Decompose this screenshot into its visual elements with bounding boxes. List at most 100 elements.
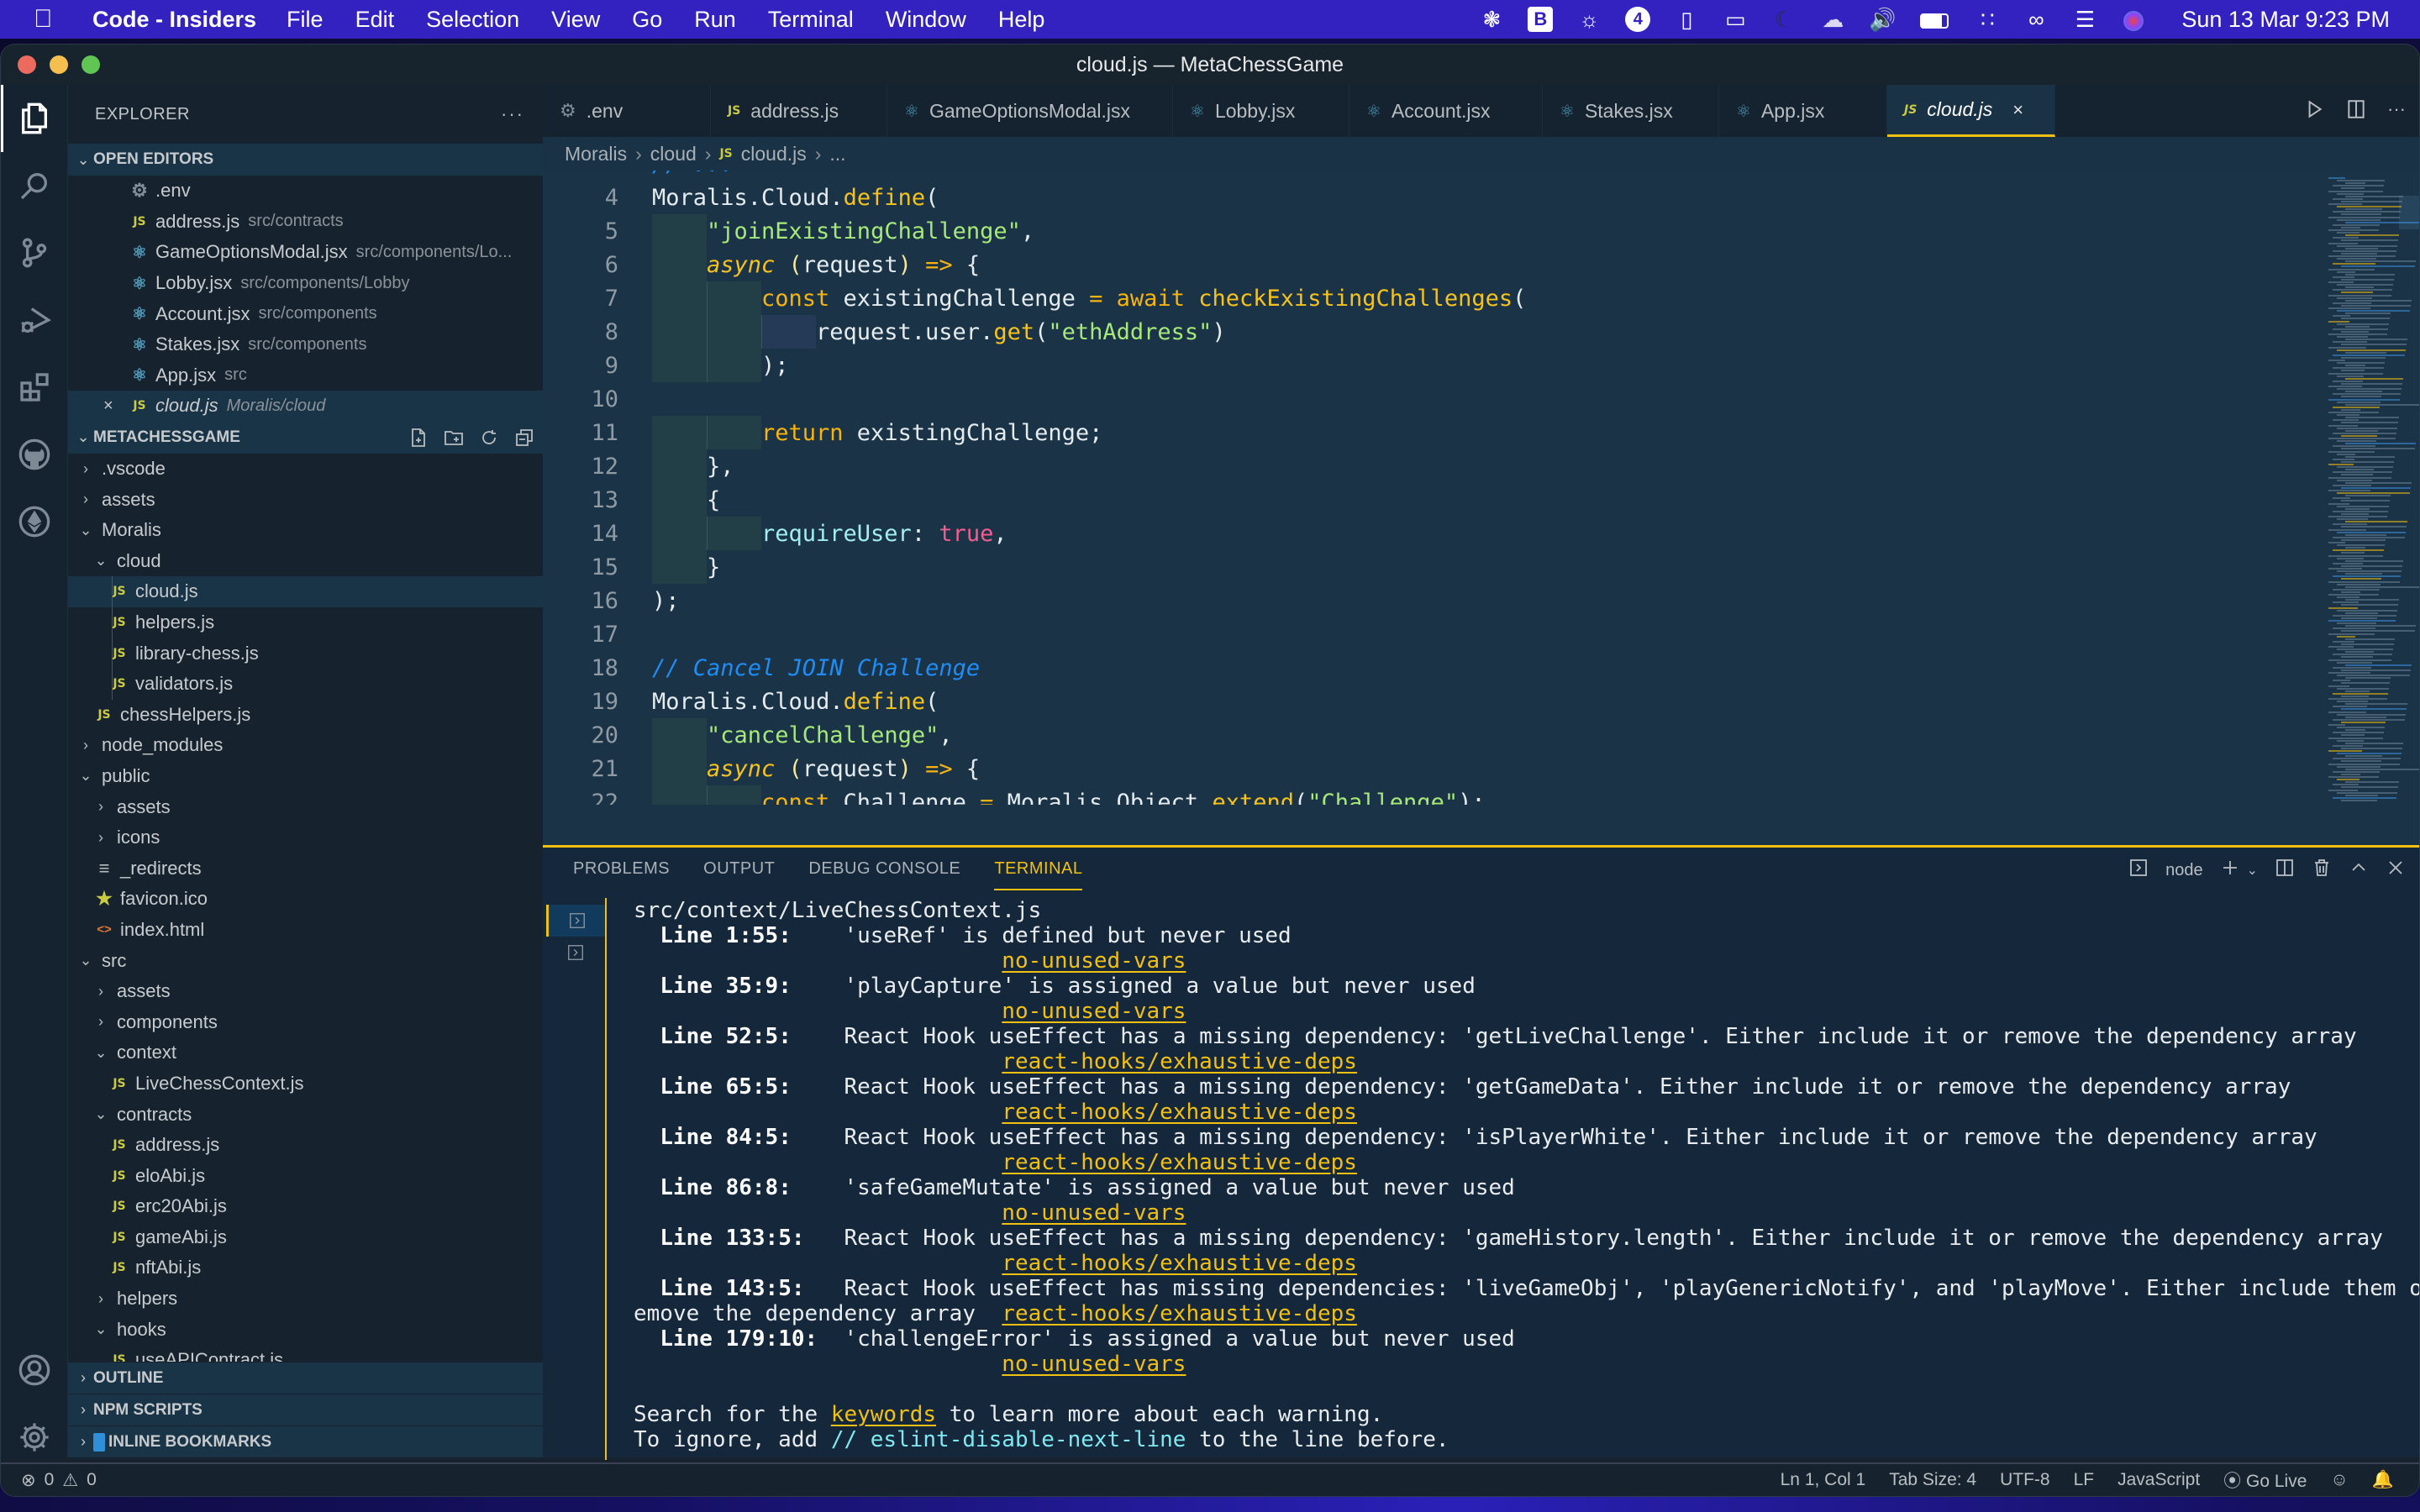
window-minimize-button[interactable] bbox=[50, 55, 68, 74]
cloud-icon[interactable]: ☁ bbox=[1820, 7, 1845, 32]
error-count[interactable]: 0 bbox=[45, 1470, 55, 1490]
file-item[interactable]: JS validators.js bbox=[68, 669, 543, 700]
memory-chip-icon[interactable]: ▯ bbox=[1674, 7, 1699, 32]
run-code-icon[interactable] bbox=[2303, 98, 2325, 125]
menu-edit[interactable]: Edit bbox=[355, 7, 395, 33]
moon-icon[interactable]: ☾ bbox=[1771, 7, 1797, 32]
terminal-shell-label[interactable]: node bbox=[2165, 861, 2203, 880]
new-file-icon[interactable] bbox=[408, 428, 429, 448]
ethereum-icon[interactable] bbox=[1, 488, 68, 555]
app-a-icon[interactable]: 4 bbox=[1625, 7, 1651, 32]
window-maximize-button[interactable] bbox=[82, 55, 100, 74]
lint-rule-link[interactable]: react-hooks/exhaustive-deps bbox=[1002, 1100, 1357, 1125]
split-terminal-icon[interactable] bbox=[2275, 858, 2295, 883]
file-item[interactable]: ≡ _redirects bbox=[68, 853, 543, 884]
tab-size[interactable]: Tab Size: 4 bbox=[1889, 1470, 1976, 1490]
inline-bookmarks-section[interactable]: › INLINE BOOKMARKS bbox=[68, 1425, 543, 1457]
lint-rule-link[interactable]: react-hooks/exhaustive-deps bbox=[1002, 1251, 1357, 1276]
folder-item[interactable]: › assets bbox=[68, 976, 543, 1007]
lint-rule-link[interactable]: react-hooks/exhaustive-deps bbox=[1002, 1150, 1357, 1175]
account-icon[interactable] bbox=[1, 1336, 68, 1404]
breadcrumb-item[interactable]: cloud.js bbox=[741, 143, 807, 165]
project-section[interactable]: ⌄ METACHESSGAME bbox=[68, 421, 543, 454]
file-item[interactable]: JS address.js bbox=[68, 1130, 543, 1161]
folder-item[interactable]: › helpers bbox=[68, 1284, 543, 1315]
file-item[interactable]: JS gameAbi.js bbox=[68, 1222, 543, 1253]
file-item[interactable]: JS LiveChessContext.js bbox=[68, 1068, 543, 1100]
folder-item[interactable]: › .vscode bbox=[68, 454, 543, 485]
explorer-icon[interactable] bbox=[1, 85, 68, 152]
explorer-more-actions-icon[interactable]: ··· bbox=[501, 103, 524, 125]
folder-item[interactable]: ⌄ hooks bbox=[68, 1314, 543, 1345]
settings-gear-icon[interactable] bbox=[1, 1404, 68, 1471]
open-editor-item[interactable]: ⚛ App.jsx src bbox=[68, 360, 543, 391]
tab-app-jsx[interactable]: ⚛ App.jsx bbox=[1719, 85, 1887, 137]
menu-go[interactable]: Go bbox=[632, 7, 662, 33]
search-icon[interactable] bbox=[1, 152, 68, 219]
siri-icon[interactable] bbox=[2121, 7, 2146, 32]
terminal-output[interactable]: src/context/LiveChessContext.js Line 1:5… bbox=[634, 898, 2419, 1496]
encoding[interactable]: UTF-8 bbox=[2000, 1470, 2050, 1490]
menu-run[interactable]: Run bbox=[694, 7, 736, 33]
file-item[interactable]: ★ favicon.ico bbox=[68, 884, 543, 915]
lint-rule-link[interactable]: no-unused-vars bbox=[1002, 948, 1186, 974]
new-folder-icon[interactable] bbox=[444, 428, 464, 448]
tab--env[interactable]: ⚙ .env bbox=[543, 85, 711, 137]
tab-gameoptionsmodal-jsx[interactable]: ⚛ GameOptionsModal.jsx bbox=[887, 85, 1173, 137]
folder-item[interactable]: ⌄ src bbox=[68, 945, 543, 976]
open-editor-item[interactable]: ⚛ Account.jsx src/components bbox=[68, 298, 543, 329]
tab-debug-console[interactable]: DEBUG CONSOLE bbox=[808, 859, 960, 890]
npm-scripts-section[interactable]: › NPM SCRIPTS bbox=[68, 1394, 543, 1425]
apple-menu-icon[interactable]:  bbox=[34, 5, 64, 34]
breadcrumb-item[interactable]: Moralis bbox=[565, 143, 627, 165]
folder-item[interactable]: ⌄ public bbox=[68, 761, 543, 792]
menu-selection[interactable]: Selection bbox=[426, 7, 519, 33]
tab-account-jsx[interactable]: ⚛ Account.jsx bbox=[1349, 85, 1543, 137]
tab-lobby-jsx[interactable]: ⚛ Lobby.jsx bbox=[1173, 85, 1349, 137]
terminal-instance-2[interactable] bbox=[546, 937, 605, 969]
split-editor-icon[interactable] bbox=[2345, 98, 2367, 125]
app-menu[interactable]: Code - Insiders bbox=[92, 7, 256, 33]
link-icon[interactable]: ∞ bbox=[2023, 7, 2049, 32]
lint-rule-link[interactable]: no-unused-vars bbox=[1002, 1352, 1186, 1377]
menu-help[interactable]: Help bbox=[998, 7, 1045, 33]
go-live-button[interactable]: ⦿ Go Live bbox=[2223, 1467, 2307, 1493]
folder-item[interactable]: › node_modules bbox=[68, 730, 543, 761]
sunburst-icon[interactable]: ❃ bbox=[1479, 7, 1504, 32]
volume-icon[interactable]: 🔊 bbox=[1869, 7, 1896, 32]
folder-item[interactable]: ⌄ contracts bbox=[68, 1099, 543, 1130]
tab-address-js[interactable]: JS address.js bbox=[711, 85, 887, 137]
folder-item[interactable]: ⌄ context bbox=[68, 1037, 543, 1068]
warning-icon[interactable]: ⚠ bbox=[62, 1470, 78, 1491]
extensions-icon[interactable] bbox=[1, 354, 68, 421]
file-item[interactable]: JS nftAbi.js bbox=[68, 1252, 543, 1284]
close-panel-icon[interactable] bbox=[2386, 858, 2406, 883]
notifications-bell-icon[interactable]: 🔔 bbox=[2372, 1470, 2394, 1490]
github-icon[interactable] bbox=[1, 421, 68, 488]
menubar-clock[interactable]: Sun 13 Mar 9:23 PM bbox=[2181, 7, 2390, 33]
more-actions-icon[interactable]: ··· bbox=[2387, 98, 2406, 125]
tab-stakes-jsx[interactable]: ⚛ Stakes.jsx bbox=[1543, 85, 1719, 137]
lint-rule-link[interactable]: no-unused-vars bbox=[1002, 999, 1186, 1024]
errors-icon[interactable]: ⊗ bbox=[21, 1470, 36, 1491]
open-editor-item[interactable]: JS address.js src/contracts bbox=[68, 207, 543, 238]
battery-icon[interactable] bbox=[1918, 7, 1951, 32]
lint-rule-link[interactable]: react-hooks/exhaustive-deps bbox=[1002, 1301, 1357, 1326]
file-item[interactable]: JS library-chess.js bbox=[68, 638, 543, 669]
minimap[interactable] bbox=[2295, 171, 2419, 805]
file-item[interactable]: JS chessHelpers.js bbox=[68, 700, 543, 731]
open-editor-item[interactable]: ⚛ GameOptionsModal.jsx src/components/Lo..… bbox=[68, 237, 543, 268]
tab-terminal[interactable]: TERMINAL bbox=[994, 859, 1083, 890]
file-item[interactable]: JS eloAbi.js bbox=[68, 1160, 543, 1191]
control-center-icon[interactable]: ☰ bbox=[2072, 7, 2097, 32]
warning-count[interactable]: 0 bbox=[87, 1470, 97, 1490]
terminal-instance-1[interactable] bbox=[546, 905, 605, 937]
menu-window[interactable]: Window bbox=[886, 7, 966, 33]
file-item[interactable]: <> index.html bbox=[68, 915, 543, 946]
open-editor-item[interactable]: ⚙ .env bbox=[68, 176, 543, 207]
menu-file[interactable]: File bbox=[287, 7, 324, 33]
refresh-icon[interactable] bbox=[479, 428, 499, 448]
source-control-icon[interactable] bbox=[1, 219, 68, 286]
outline-section[interactable]: › OUTLINE bbox=[68, 1362, 543, 1394]
code-editor[interactable]: // ...4Moralis.Cloud.define(5"joinExisti… bbox=[543, 171, 2291, 805]
